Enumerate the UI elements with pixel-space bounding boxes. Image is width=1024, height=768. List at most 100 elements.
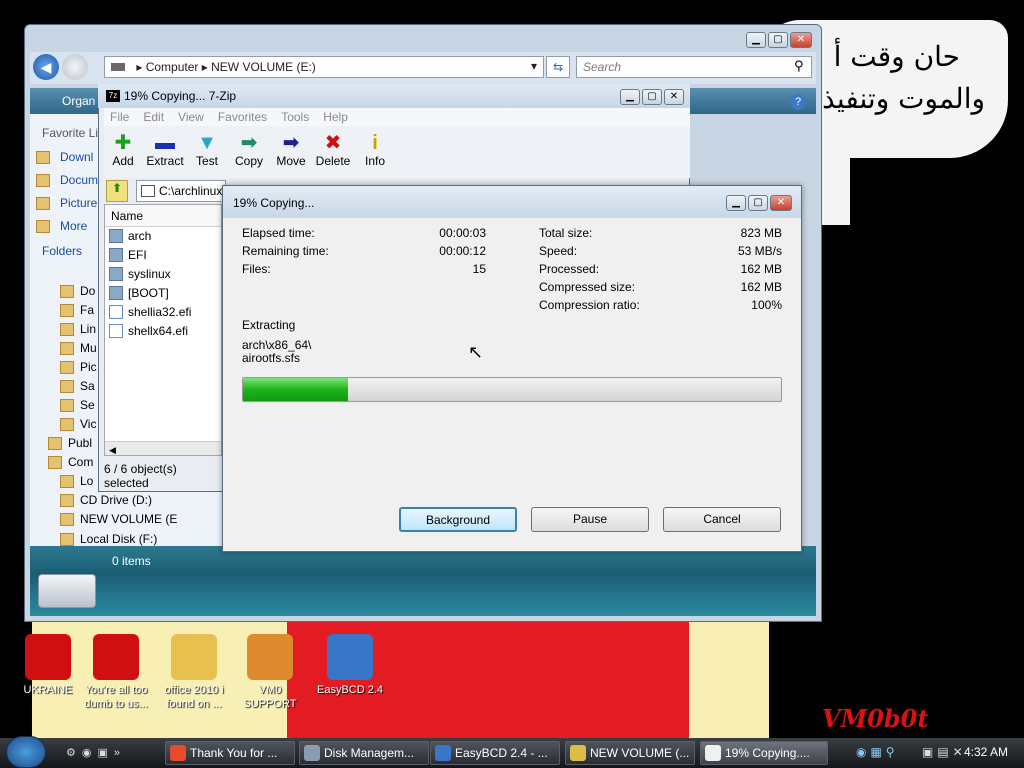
cancel-button[interactable]: Cancel — [663, 507, 781, 532]
horizontal-scrollbar[interactable]: ◀ — [105, 441, 221, 455]
menu-item-view[interactable]: View — [178, 110, 204, 124]
favorite-link-label: Docum — [60, 173, 99, 187]
folder-tree-item-13[interactable]: Local Disk (F:) — [60, 532, 157, 546]
extract-icon: ▬ — [155, 132, 175, 154]
toolbar-move-button[interactable]: ➡ Move — [268, 132, 314, 168]
folder-icon — [60, 494, 74, 507]
taskbar-button-3[interactable]: NEW VOLUME (... — [565, 741, 695, 765]
folder-tree-item-10[interactable]: Lo — [60, 474, 93, 488]
taskbar-button-label: EasyBCD 2.4 - ... — [455, 746, 548, 760]
stat-label: Compressed size: — [539, 280, 636, 294]
folder-tree-item-7[interactable]: Vic — [60, 417, 96, 431]
maximize-icon[interactable]: ▢ — [642, 89, 662, 105]
favorite-link-label: Picture — [60, 196, 98, 210]
address-bar[interactable]: ▸ Computer ▸ NEW VOLUME (E:) ▾ — [104, 56, 544, 78]
folder-tree-item-1[interactable]: Fa — [60, 303, 94, 317]
menu-item-edit[interactable]: Edit — [143, 110, 164, 124]
list-item[interactable]: arch — [105, 227, 221, 246]
forward-arrow-icon[interactable] — [62, 54, 88, 80]
taskbar-button-1[interactable]: Disk Managem... — [299, 741, 429, 765]
quick-launch[interactable]: ⚙◉▣» — [66, 746, 126, 759]
close-icon[interactable]: ✕ — [770, 195, 792, 211]
minimize-icon[interactable]: ▁ — [726, 195, 746, 211]
folder-tree-item-0[interactable]: Do — [60, 284, 95, 298]
refresh-icon[interactable]: ⇆ — [546, 56, 570, 78]
folder-tree-item-8[interactable]: Publ — [48, 436, 92, 450]
favorite-link-0[interactable]: Downl — [36, 150, 93, 164]
folder-tree-item-3[interactable]: Mu — [60, 341, 97, 355]
taskbar-app-icon — [304, 745, 320, 761]
folder-tree-item-5[interactable]: Sa — [60, 379, 95, 393]
toolbar-test-button[interactable]: ▼ Test — [184, 132, 230, 168]
folder-tree-label: Fa — [80, 303, 95, 317]
taskbar-button-0[interactable]: Thank You for ... — [165, 741, 295, 765]
desktop-icon-0[interactable]: UKRAINE — [12, 634, 84, 697]
minimize-icon[interactable]: ▁ — [746, 32, 766, 48]
favorite-link-1[interactable]: Docum — [36, 173, 98, 187]
folder-tree-item-2[interactable]: Lin — [60, 322, 96, 336]
folders-label[interactable]: Folders — [42, 244, 82, 258]
minimize-icon[interactable]: ▁ — [620, 89, 640, 105]
taskbar-button-2[interactable]: EasyBCD 2.4 - ... — [430, 741, 560, 765]
search-icon[interactable]: ⚲ — [794, 58, 804, 74]
folder-tree-item-9[interactable]: Com — [48, 455, 93, 469]
desktop-icon-label: You're all too dumb to us... — [84, 684, 148, 710]
favorite-link-3[interactable]: More — [36, 219, 87, 233]
folder-tree-label: Mu — [80, 341, 97, 355]
breadcrumb-computer[interactable]: Computer — [146, 60, 199, 74]
folder-tree-item-6[interactable]: Se — [60, 398, 95, 412]
folder-tree-item-12[interactable]: NEW VOLUME (E — [60, 512, 177, 526]
back-arrow-icon[interactable]: ◀ — [33, 54, 59, 80]
maximize-icon[interactable]: ▢ — [748, 195, 768, 211]
organize-button[interactable]: Organ — [62, 94, 95, 108]
desktop-icon-3[interactable]: VM0 SUPPORT — [234, 634, 306, 711]
toolbar-delete-button[interactable]: ✖ Delete — [310, 132, 356, 168]
desktop-icon-4[interactable]: EasyBCD 2.4 — [314, 634, 386, 697]
list-item[interactable]: shellia32.efi — [105, 303, 221, 322]
breadcrumb-volume[interactable]: NEW VOLUME (E:) — [211, 60, 316, 74]
toolbar-add-button[interactable]: ✚ Add — [100, 132, 146, 168]
scroll-left-icon[interactable]: ◀ — [105, 445, 116, 455]
tray-network-volume-icons[interactable]: ▣▤✕ — [922, 745, 967, 759]
folder-icon — [36, 174, 50, 187]
help-icon[interactable]: ? — [790, 94, 806, 110]
close-icon[interactable]: ✕ — [664, 89, 684, 105]
search-input[interactable]: Search — [576, 56, 812, 78]
folder-tree-label: Local Disk (F:) — [80, 532, 158, 546]
taskbar-button-4[interactable]: 19% Copying.... — [700, 741, 828, 765]
folder-tree-item-4[interactable]: Pic — [60, 360, 97, 374]
list-item-name: syslinux — [128, 267, 171, 281]
7zip-path-field[interactable]: C:\archlinux — [136, 180, 226, 202]
toolbar-button-label: Add — [112, 154, 134, 168]
up-folder-icon[interactable]: ⬆ — [106, 180, 128, 202]
taskbar-button-label: Thank You for ... — [190, 746, 278, 760]
desktop-icon-2[interactable]: office 2010 i found on ... — [158, 634, 230, 711]
wallpaper-signature: VM0b0t — [822, 704, 929, 733]
folder-tree-item-11[interactable]: CD Drive (D:) — [60, 493, 152, 507]
start-button[interactable] — [6, 736, 46, 768]
desktop-icon-1[interactable]: You're all too dumb to us... — [80, 634, 152, 711]
desktop-icon-label: office 2010 i found on ... — [164, 684, 224, 710]
menu-item-tools[interactable]: Tools — [281, 110, 309, 124]
toolbar-copy-button[interactable]: ➡ Copy — [226, 132, 272, 168]
list-item[interactable]: shellx64.efi — [105, 322, 221, 341]
system-tray-icons[interactable]: ◉▦⚲ — [856, 745, 899, 759]
menu-item-favorites[interactable]: Favorites — [218, 110, 267, 124]
menu-item-file[interactable]: File — [110, 110, 129, 124]
column-header-name[interactable]: Name — [105, 205, 221, 227]
list-item[interactable]: [BOOT] — [105, 284, 221, 303]
list-item[interactable]: EFI — [105, 246, 221, 265]
toolbar-extract-button[interactable]: ▬ Extract — [142, 132, 188, 168]
clock: 4:32 AM — [964, 745, 1009, 759]
close-icon[interactable]: ✕ — [790, 32, 812, 48]
toolbar-button-label: Info — [364, 154, 385, 168]
menu-item-help[interactable]: Help — [323, 110, 348, 124]
list-item[interactable]: syslinux — [105, 265, 221, 284]
maximize-icon[interactable]: ▢ — [768, 32, 788, 48]
toolbar-info-button[interactable]: i Info — [352, 132, 398, 168]
dialog-window-controls: ▁ ▢ ✕ — [726, 195, 792, 211]
background-button[interactable]: Background — [399, 507, 517, 532]
favorite-link-2[interactable]: Picture — [36, 196, 97, 210]
chevron-down-icon[interactable]: ▾ — [531, 59, 537, 73]
pause-button[interactable]: Pause — [531, 507, 649, 532]
